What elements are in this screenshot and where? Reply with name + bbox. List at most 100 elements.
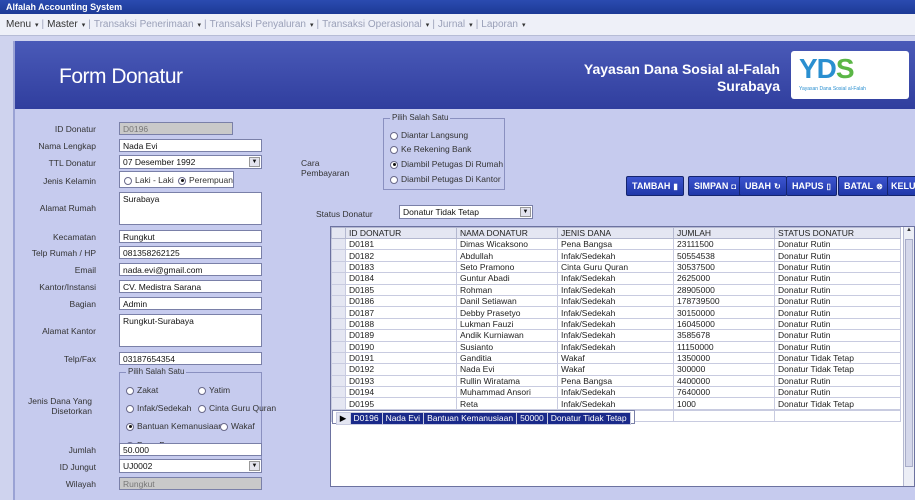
table-cell[interactable]: Infak/Sedekah <box>557 306 674 319</box>
table-cell[interactable]: D0181 <box>345 237 457 251</box>
kantor-field[interactable]: CV. Medistra Sarana <box>119 280 262 293</box>
chevron-down-icon[interactable]: ▼ <box>249 461 260 471</box>
row-header[interactable] <box>331 272 346 285</box>
table-cell[interactable]: 30537500 <box>673 260 775 274</box>
table-cell[interactable]: Abdullah <box>456 249 558 262</box>
table-cell[interactable]: Infak/Sedekah <box>557 272 674 285</box>
table-cell[interactable]: Infak/Sedekah <box>557 283 674 296</box>
table-cell[interactable]: 3585678 <box>673 329 775 342</box>
table-cell[interactable]: D0193 <box>345 374 457 388</box>
table-cell[interactable]: Danil Setiawan <box>456 294 558 308</box>
table-cell[interactable]: Cinta Guru Quran <box>557 260 674 274</box>
table-cell[interactable]: Donatur Rutin <box>774 374 901 388</box>
grid-scrollbar[interactable]: ▲ <box>903 227 914 486</box>
row-header[interactable] <box>331 363 346 376</box>
menu-item-4[interactable]: Transaksi Operasional <box>322 19 422 30</box>
alamat-rumah-field[interactable]: Surabaya <box>119 192 262 225</box>
table-cell[interactable]: Donatur Tidak Tetap <box>774 397 901 410</box>
table-cell[interactable]: D0187 <box>345 306 457 319</box>
menu-item-0[interactable]: Menu <box>6 19 31 30</box>
row-header[interactable] <box>331 306 346 319</box>
table-cell[interactable]: Infak/Sedekah <box>557 317 674 331</box>
table-cell[interactable]: Donatur Rutin <box>774 260 901 274</box>
table-cell[interactable]: Pena Bangsa <box>557 237 674 251</box>
tambah-button[interactable]: TAMBAH ▮ <box>626 176 684 196</box>
table-cell[interactable] <box>673 409 775 423</box>
table-cell[interactable]: D0183 <box>345 260 457 274</box>
table-cell[interactable]: D0191 <box>345 351 457 365</box>
table-cell[interactable]: Lukman Fauzi <box>456 317 558 331</box>
table-cell[interactable]: 2625000 <box>673 272 775 285</box>
table-row[interactable]: D0187 Debby Prasetyo Infak/Sedekah 30150000… <box>331 306 901 319</box>
table-cell[interactable]: Guntur Abadi <box>456 272 558 285</box>
table-cell[interactable]: Rullin Wiratama <box>456 374 558 388</box>
table-cell[interactable]: 50554538 <box>673 249 775 262</box>
status-donatur-select[interactable]: Donatur Tidak Tetap ▼ <box>399 205 533 219</box>
table-cell[interactable]: D0186 <box>345 294 457 308</box>
table-row[interactable]: D0194 Muhammad Ansori Infak/Sedekah 7640000… <box>331 386 901 399</box>
row-header[interactable] <box>331 294 346 308</box>
jumlah-field[interactable]: 50.000 <box>119 443 262 456</box>
table-cell[interactable]: Nada Evi <box>381 411 425 425</box>
table-cell[interactable]: Donatur Rutin <box>774 306 901 319</box>
table-cell[interactable]: Donatur Rutin <box>774 340 901 353</box>
scroll-thumb[interactable] <box>905 239 913 467</box>
id-jungut-select[interactable]: UJ0002 ▼ <box>119 459 262 473</box>
grid-column-header[interactable]: STATUS DONATUR <box>774 227 901 239</box>
table-row[interactable]: D0193 Rullin Wiratama Pena Bangsa 4400000 Do… <box>331 374 901 388</box>
grid-column-header[interactable]: NAMA DONATUR <box>456 227 558 239</box>
row-header[interactable] <box>331 351 346 365</box>
table-cell[interactable]: Donatur Rutin <box>774 249 901 262</box>
nama-lengkap-field[interactable]: Nada Evi <box>119 139 262 152</box>
table-cell[interactable]: Dimas Wicaksono <box>456 237 558 251</box>
table-cell[interactable]: Donatur Rutin <box>774 294 901 308</box>
table-cell[interactable]: 16045000 <box>673 317 775 331</box>
chevron-down-icon[interactable]: ▼ <box>249 157 260 167</box>
table-cell[interactable]: Bantuan Kemanusiaan <box>423 411 518 425</box>
table-row[interactable]: D0189 Andik Kurniawan Infak/Sedekah 3585678… <box>331 329 901 342</box>
table-cell[interactable]: Debby Prasetyo <box>456 306 558 319</box>
table-cell[interactable]: Infak/Sedekah <box>557 386 674 399</box>
menu-item-5[interactable]: Jurnal <box>438 19 465 30</box>
table-cell[interactable]: Susianto <box>456 340 558 353</box>
table-cell[interactable]: Donatur Tidak Tetap <box>774 363 901 376</box>
table-row[interactable]: D0195 Reta Infak/Sedekah 1000 Donatur Tidak … <box>331 397 901 410</box>
radio-diambil-petugas-kantor[interactable]: Diambil Petugas Di Kantor <box>390 174 501 184</box>
table-cell[interactable]: Donatur Rutin <box>774 283 901 296</box>
table-cell[interactable]: Seto Pramono <box>456 260 558 274</box>
table-cell[interactable]: D0184 <box>345 272 457 285</box>
table-cell[interactable]: 4400000 <box>673 374 775 388</box>
table-cell[interactable]: Donatur Rutin <box>774 386 901 399</box>
table-cell[interactable]: 30150000 <box>673 306 775 319</box>
table-cell[interactable]: 1350000 <box>673 351 775 365</box>
scroll-up-icon[interactable]: ▲ <box>904 227 914 233</box>
table-cell[interactable]: Nada Evi <box>456 363 558 376</box>
menu-item-6[interactable]: Laporan <box>481 19 518 30</box>
table-cell[interactable]: Infak/Sedekah <box>557 397 674 410</box>
keluar-button[interactable]: KELUAR <box>887 176 915 196</box>
donatur-grid[interactable]: ID DONATUR NAMA DONATUR JENIS DANA JUMLAH ST… <box>330 226 915 487</box>
grid-column-header[interactable]: JENIS DANA <box>557 227 674 239</box>
table-cell[interactable]: 178739500 <box>673 294 775 308</box>
radio-zakat[interactable]: Zakat <box>126 385 158 395</box>
table-cell[interactable]: Rohman <box>456 283 558 296</box>
email-field[interactable]: nada.evi@gmail.com <box>119 263 262 276</box>
bagian-field[interactable]: Admin <box>119 297 262 310</box>
table-cell[interactable]: Donatur Tidak Tetap <box>774 351 901 365</box>
radio-diantar-langsung[interactable]: Diantar Langsung <box>390 130 468 140</box>
radio-cinta-guru-quran[interactable]: Cinta Guru Quran <box>198 403 276 413</box>
row-header[interactable] <box>331 237 346 251</box>
table-row[interactable]: D0185 Rohman Infak/Sedekah 28905000 Donatur … <box>331 283 901 296</box>
table-cell[interactable]: 7640000 <box>673 386 775 399</box>
radio-diambil-petugas-rumah[interactable]: Diambil Petugas Di Rumah <box>390 159 503 169</box>
table-cell[interactable]: 28905000 <box>673 283 775 296</box>
radio-wakaf[interactable]: Wakaf <box>220 421 255 431</box>
table-cell[interactable]: Muhammad Ansori <box>456 386 558 399</box>
table-cell[interactable]: Infak/Sedekah <box>557 329 674 342</box>
table-row[interactable]: D0192 Nada Evi Wakaf 300000 Donatur Tidak Te… <box>331 363 901 376</box>
table-cell[interactable]: Donatur Rutin <box>774 317 901 331</box>
table-cell[interactable]: Andik Kurniawan <box>456 329 558 342</box>
table-row[interactable]: D0181 Dimas Wicaksono Pena Bangsa 23111500 D… <box>331 237 901 251</box>
table-cell[interactable]: 50000 <box>516 411 548 425</box>
radio-laki-laki[interactable]: Laki - Laki <box>124 175 174 185</box>
